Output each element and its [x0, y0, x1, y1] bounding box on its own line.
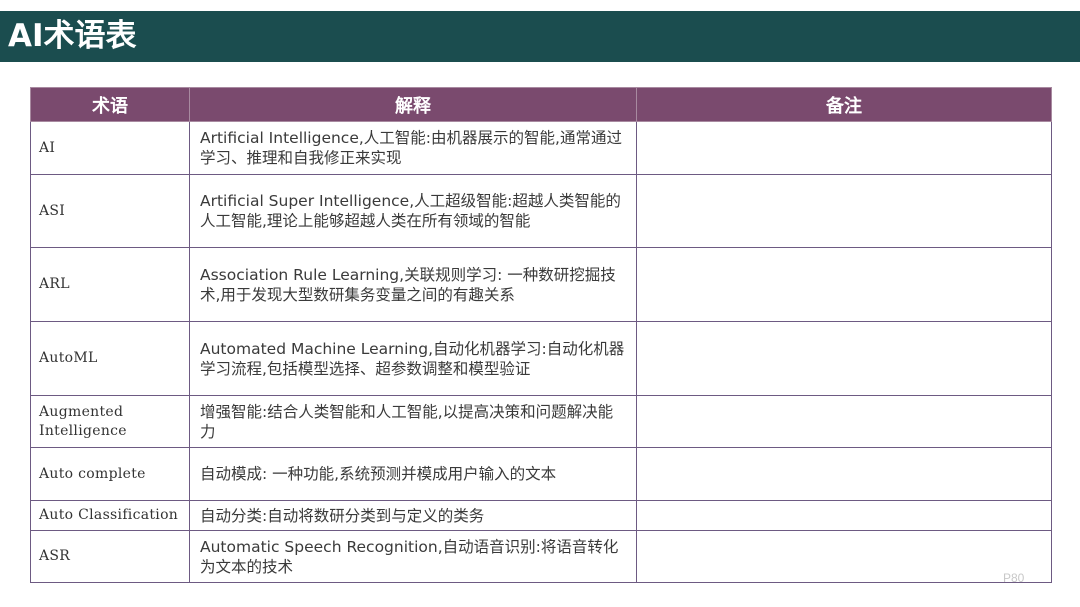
- note-cell: [636, 121, 1052, 175]
- term-cell: ASR: [30, 530, 190, 583]
- explanation-cell: 增强智能:结合人类智能和人工智能,以提高决策和问题解决能力: [189, 395, 637, 448]
- explanation-cell: 自动模成: 一种功能,系统预测并模成用户输入的文本: [189, 447, 637, 501]
- table-row: Augmented Intelligence 增强智能:结合人类智能和人工智能,…: [30, 395, 1052, 448]
- note-cell: [636, 174, 1052, 248]
- term-cell: AutoML: [30, 321, 190, 396]
- term-cell: Auto complete: [30, 447, 190, 501]
- table-row: ASI Artificial Super Intelligence,人工超级智能…: [30, 174, 1052, 248]
- explanation-cell: Artificial Intelligence,人工智能:由机器展示的智能,通常…: [189, 121, 637, 175]
- term-cell: AI: [30, 121, 190, 175]
- explanation-cell: Artificial Super Intelligence,人工超级智能:超越人…: [189, 174, 637, 248]
- table-row: Auto Classification 自动分类:自动将数研分类到与定义的类务: [30, 500, 1052, 531]
- table-row: ASR Automatic Speech Recognition,自动语音识别:…: [30, 530, 1052, 583]
- table-row: AutoML Automated Machine Learning,自动化机器学…: [30, 321, 1052, 396]
- explanation-cell: 自动分类:自动将数研分类到与定义的类务: [189, 500, 637, 531]
- explanation-cell: Association Rule Learning,关联规则学习: 一种数研挖掘…: [189, 247, 637, 322]
- term-cell: Augmented Intelligence: [30, 395, 190, 448]
- explanation-cell: Automated Machine Learning,自动化机器学习:自动化机器…: [189, 321, 637, 396]
- page-number: P80: [1003, 571, 1025, 585]
- title-bar: AI术语表: [0, 11, 1080, 62]
- header-note: 备注: [636, 87, 1052, 122]
- table-row: AI Artificial Intelligence,人工智能:由机器展示的智能…: [30, 121, 1052, 175]
- note-cell: [636, 395, 1052, 448]
- note-cell: [636, 500, 1052, 531]
- header-term: 术语: [30, 87, 190, 122]
- table-header-row: 术语 解释 备注: [30, 87, 1052, 122]
- note-cell: [636, 321, 1052, 396]
- table-row: ARL Association Rule Learning,关联规则学习: 一种…: [30, 247, 1052, 322]
- term-cell: Auto Classification: [30, 500, 190, 531]
- explanation-cell: Automatic Speech Recognition,自动语音识别:将语音转…: [189, 530, 637, 583]
- header-explanation: 解释: [189, 87, 637, 122]
- glossary-table: 术语 解释 备注 AI Artificial Intelligence,人工智能…: [30, 87, 1052, 583]
- note-cell: [636, 530, 1052, 583]
- term-cell: ARL: [30, 247, 190, 322]
- note-cell: [636, 247, 1052, 322]
- page-title: AI术语表: [8, 18, 137, 54]
- note-cell: [636, 447, 1052, 501]
- table-row: Auto complete 自动模成: 一种功能,系统预测并模成用户输入的文本: [30, 447, 1052, 501]
- term-cell: ASI: [30, 174, 190, 248]
